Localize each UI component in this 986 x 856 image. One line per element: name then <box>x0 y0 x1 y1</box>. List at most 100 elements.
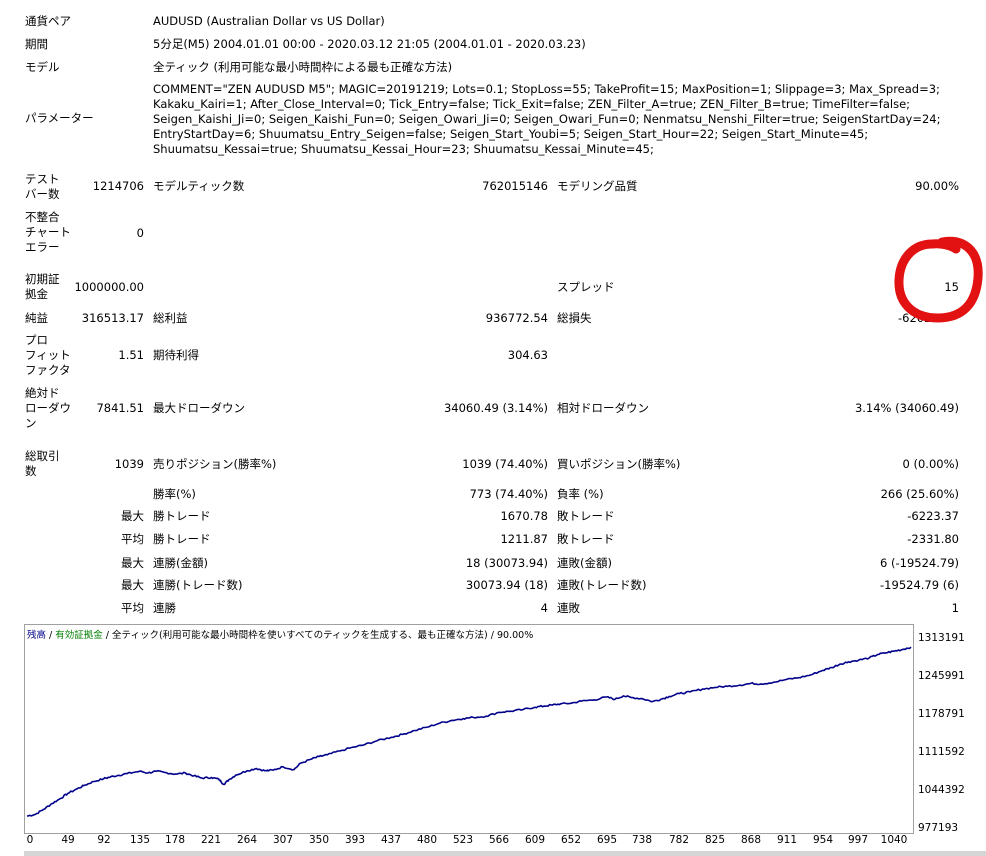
avg-win-value: 1211.87 <box>500 532 548 546</box>
period-value: 5分足(M5) 2004.01.01 00:00 - 2020.03.12 21… <box>153 37 586 51</box>
legend-margin: 有効証拠金 <box>55 630 103 641</box>
x-tick-label: 997 <box>847 834 869 846</box>
legend-quality: / 90.00% <box>487 630 534 641</box>
y-tick-label: 977193 <box>918 822 959 834</box>
ticks-value: 762015146 <box>482 179 548 193</box>
avg-win-label: 勝トレード <box>153 532 211 546</box>
long-label: 買いポジション(勝率%) <box>557 457 681 471</box>
short-value: 1039 (74.40%) <box>462 457 548 471</box>
gross-profit-value: 936772.54 <box>485 311 548 325</box>
period-label: 期間 <box>25 37 48 51</box>
x-tick-label: 911 <box>776 834 798 846</box>
x-tick-label: 523 <box>452 834 474 846</box>
params-label: パラメーター <box>25 111 94 125</box>
annotation-circle <box>894 236 983 323</box>
x-tick-label: 393 <box>344 834 366 846</box>
largest-win-value: 1670.78 <box>500 509 548 523</box>
abs-dd-value: 7841.51 <box>96 401 144 415</box>
legend-sep-1: / <box>46 630 56 641</box>
max-consec-count-prefix: 最大 <box>121 578 144 592</box>
largest-loss-label: 敗トレード <box>557 509 615 523</box>
x-tick-label: 221 <box>200 834 222 846</box>
bars-label: テスト バー数 <box>25 172 60 201</box>
x-tick-label: 350 <box>308 834 330 846</box>
max-consec-money-prefix: 最大 <box>121 556 144 570</box>
chart-plot <box>26 646 912 817</box>
x-tick-label: 92 <box>97 834 111 846</box>
symbol-value: AUDUSD (Australian Dollar vs US Dollar) <box>153 14 385 28</box>
symbol-label: 通貨ペア <box>25 14 71 28</box>
y-tick-label: 1178791 <box>918 708 965 720</box>
avg-consec-loss-value: 1 <box>951 601 959 615</box>
x-tick-label: 825 <box>704 834 726 846</box>
x-tick-label: 1040 <box>880 834 908 846</box>
x-tick-label: 307 <box>272 834 294 846</box>
net-value: 316513.17 <box>81 311 144 325</box>
bars-value: 1214706 <box>92 179 144 193</box>
gross-profit-label: 総利益 <box>153 311 188 325</box>
max-consec-loss-money-value: 6 (-19524.79) <box>880 556 959 570</box>
quality-value: 90.00% <box>915 179 959 193</box>
expected-label: 期待利得 <box>153 348 199 362</box>
x-tick-label: 954 <box>812 834 834 846</box>
avg-consec-win-value: 4 <box>540 601 548 615</box>
model-value: 全ティック (利用可能な最小時間枠による最も正確な方法) <box>153 60 453 74</box>
largest-prefix: 最大 <box>121 509 144 523</box>
avg-consec-prefix: 平均 <box>121 601 144 615</box>
rel-dd-value: 3.14% (34060.49) <box>854 401 959 415</box>
chart-legend: 残高 / 有効証拠金 / 全ティック(利用可能な最小時間枠を使いすべてのティック… <box>27 627 533 641</box>
legend-model: 全ティック(利用可能な最小時間枠を使いすべてのティックを生成する、最も正確な方法… <box>112 630 488 641</box>
spread-label: スプレッド <box>557 280 615 294</box>
x-tick-label: 695 <box>596 834 618 846</box>
avg-consec-win-label: 連勝 <box>153 601 176 615</box>
loss-rate-value: 266 (25.60%) <box>880 487 959 501</box>
avg-loss-label: 敗トレード <box>557 532 615 546</box>
max-consec-win-money-label: 連勝(金額) <box>153 556 208 570</box>
balance-chart: 残高 / 有効証拠金 / 全ティック(利用可能な最小時間枠を使いすべてのティック… <box>24 624 914 834</box>
max-consec-win-money-value: 18 (30073.94) <box>465 556 548 570</box>
ticks-label: モデルティック数 <box>153 179 245 193</box>
trades-label: 総取引 数 <box>25 449 60 478</box>
mismatch-value: 0 <box>136 226 144 240</box>
y-tick-label: 1313191 <box>918 632 965 644</box>
x-tick-label: 0 <box>26 834 34 846</box>
max-dd-label: 最大ドローダウン <box>153 401 245 415</box>
average-prefix: 平均 <box>121 532 144 546</box>
deposit-value: 1000000.00 <box>74 280 144 294</box>
x-tick-label: 135 <box>129 834 151 846</box>
avg-loss-value: -2331.80 <box>907 532 959 546</box>
y-tick-label: 1044392 <box>918 784 965 796</box>
max-consec-loss-money-label: 連敗(金額) <box>557 556 612 570</box>
x-tick-label: 782 <box>668 834 690 846</box>
x-tick-label: 178 <box>164 834 186 846</box>
y-tick-label: 1245991 <box>918 670 965 682</box>
avg-consec-loss-label: 連敗 <box>557 601 580 615</box>
max-consec-loss-count-label: 連敗(トレード数) <box>557 578 647 592</box>
trades-value: 1039 <box>114 457 144 471</box>
largest-win-label: 勝トレード <box>153 509 211 523</box>
legend-balance: 残高 <box>27 630 47 641</box>
x-tick-label: 609 <box>524 834 546 846</box>
max-consec-win-count-value: 30073.94 (18) <box>465 578 548 592</box>
params-value: COMMENT="ZEN AUDUSD M5"; MAGIC=20191219;… <box>153 82 941 156</box>
max-consec-loss-count-value: -19524.79 (6) <box>880 578 959 592</box>
bottom-scrollbar[interactable] <box>24 851 986 856</box>
max-dd-value: 34060.49 (3.14%) <box>443 401 548 415</box>
balance-line <box>26 646 912 817</box>
legend-sep-2: / <box>102 630 113 641</box>
y-tick-label: 1111592 <box>918 746 965 758</box>
x-tick-label: 264 <box>236 834 258 846</box>
win-rate-label: 勝率(%) <box>153 487 196 501</box>
x-tick-label: 652 <box>560 834 582 846</box>
quality-label: モデリング品質 <box>557 179 638 193</box>
model-label: モデル <box>25 60 60 74</box>
x-tick-label: 566 <box>488 834 510 846</box>
x-tick-label: 480 <box>416 834 438 846</box>
gross-loss-label: 総損失 <box>557 311 592 325</box>
x-tick-label: 868 <box>740 834 762 846</box>
short-label: 売りポジション(勝率%) <box>153 457 277 471</box>
rel-dd-label: 相対ドローダウン <box>557 401 649 415</box>
win-rate-value: 773 (74.40%) <box>469 487 548 501</box>
expected-value: 304.63 <box>507 348 548 362</box>
x-tick-label: 49 <box>61 834 75 846</box>
